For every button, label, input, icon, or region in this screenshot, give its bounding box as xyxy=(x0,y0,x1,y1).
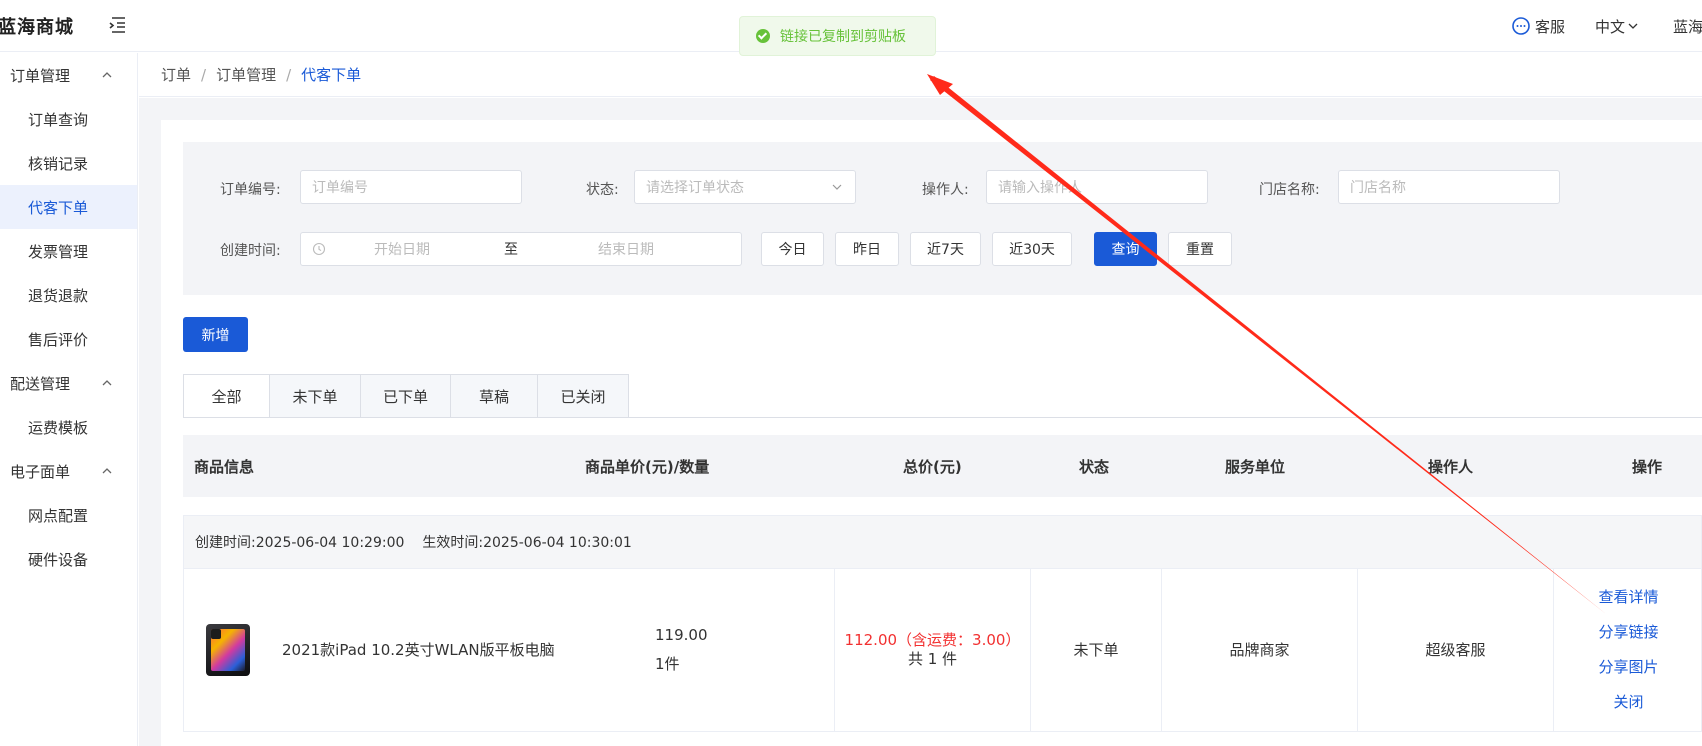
operator-label: 操作人: xyxy=(922,182,969,198)
quantity: 1件 xyxy=(655,654,680,673)
status-label: 状态: xyxy=(586,182,619,198)
sidebar-item-outlet[interactable]: 网点配置 xyxy=(0,493,137,537)
share-image-link[interactable]: 分享图片 xyxy=(1598,650,1658,685)
breadcrumb-item[interactable]: 订单管理 xyxy=(216,64,276,85)
status-tabs: 全部 未下单 已下单 草稿 已关闭 xyxy=(183,374,629,418)
store-input[interactable]: 门店名称 xyxy=(1338,170,1560,204)
close-order-link[interactable]: 关闭 xyxy=(1613,685,1643,720)
start-date-placeholder: 开始日期 xyxy=(374,242,430,258)
tab-closed[interactable]: 已关闭 xyxy=(538,374,629,418)
breadcrumb: 订单 / 订单管理 / 代客下单 xyxy=(139,53,1702,97)
sidebar-group-waybill[interactable]: 电子面单 xyxy=(0,449,137,493)
tab-not-ordered[interactable]: 未下单 xyxy=(270,374,361,418)
th-operator: 操作人 xyxy=(1428,457,1474,476)
sidebar-item-review[interactable]: 售后评价 xyxy=(0,317,137,361)
filter-form: 订单编号: 订单编号 状态: 请选择订单状态 操作人: 请输入操作人 门店名称:… xyxy=(183,142,1702,295)
chat-bubble-icon xyxy=(1512,17,1530,35)
today-button[interactable]: 今日 xyxy=(761,232,824,266)
breadcrumb-item[interactable]: 订单 xyxy=(161,64,191,85)
language-label: 中文 xyxy=(1594,17,1625,36)
customer-service-label: 客服 xyxy=(1534,17,1565,36)
th-product: 商品信息 xyxy=(194,457,255,476)
total-price: 112.00（含运费：3.00） xyxy=(844,630,1021,649)
sidebar-item-proxy-order[interactable]: 代客下单 xyxy=(0,185,137,229)
breadcrumb-current: 代客下单 xyxy=(301,66,362,84)
date-range-picker[interactable]: 开始日期 至 结束日期 xyxy=(300,232,742,266)
th-total: 总价(元) xyxy=(903,457,962,476)
product-name: 2021款iPad 10.2英寸WLAN版平板电脑 xyxy=(282,641,555,659)
sidebar-group-label: 电子面单 xyxy=(10,462,71,481)
tab-all[interactable]: 全部 xyxy=(183,374,270,418)
status-cell: 未下单 xyxy=(1073,641,1119,659)
order-no-input[interactable]: 订单编号 xyxy=(300,170,522,204)
chevron-down-icon xyxy=(1628,23,1638,29)
sidebar-item-hardware[interactable]: 硬件设备 xyxy=(0,537,137,581)
table-header: 商品信息 商品单价(元)/数量 总价(元) 状态 服务单位 操作人 操作 xyxy=(183,435,1702,497)
created-time: 创建时间:2025-06-04 10:29:00 xyxy=(195,535,405,551)
operator-cell: 超级客服 xyxy=(1425,641,1486,659)
toast-message: 链接已复制到剪贴板 xyxy=(780,29,906,45)
end-date-placeholder: 结束日期 xyxy=(598,242,654,258)
view-detail-link[interactable]: 查看详情 xyxy=(1598,580,1658,615)
th-status: 状态 xyxy=(1079,457,1110,476)
yesterday-button[interactable]: 昨日 xyxy=(835,232,899,266)
chevron-up-icon xyxy=(102,380,112,386)
product-thumbnail xyxy=(206,623,250,676)
sidebar-group-delivery[interactable]: 配送管理 xyxy=(0,361,137,405)
status-placeholder: 请选择订单状态 xyxy=(646,180,744,196)
breadcrumb-separator: / xyxy=(201,65,207,84)
table-row: 2021款iPad 10.2英寸WLAN版平板电脑 119.00 1件 112.… xyxy=(183,568,1702,732)
success-toast: 链接已复制到剪贴板 xyxy=(739,16,936,56)
sidebar-item-freight[interactable]: 运费模板 xyxy=(0,405,137,449)
tab-draft[interactable]: 草稿 xyxy=(451,374,538,418)
actions-cell: 查看详情 分享链接 分享图片 关闭 xyxy=(1554,568,1702,731)
chevron-up-icon xyxy=(102,468,112,474)
user-menu[interactable]: 蓝海官 xyxy=(1673,16,1702,37)
service-unit-cell: 品牌商家 xyxy=(1229,641,1290,659)
menu-collapse-icon[interactable] xyxy=(106,14,128,36)
total-cell: 112.00（含运费：3.00） 共 1 件 xyxy=(835,568,1030,731)
total-count: 共 1 件 xyxy=(907,649,958,668)
status-select[interactable]: 请选择订单状态 xyxy=(634,170,856,204)
user-name: 蓝海官 xyxy=(1672,17,1702,36)
price-qty-cell: 119.00 1件 xyxy=(655,568,815,731)
sidebar-item-refund[interactable]: 退货退款 xyxy=(0,273,137,317)
check-circle-icon xyxy=(756,29,770,43)
sidebar-group-label: 订单管理 xyxy=(10,66,71,85)
th-actions: 操作 xyxy=(1632,457,1663,476)
add-button[interactable]: 新增 xyxy=(183,317,248,352)
date-range-separator: 至 xyxy=(504,242,518,258)
sidebar-item-verification[interactable]: 核销记录 xyxy=(0,141,137,185)
breadcrumb-separator: / xyxy=(286,65,292,84)
unit-price: 119.00 xyxy=(655,625,708,644)
created-time-label: 创建时间: xyxy=(220,243,281,259)
search-button[interactable]: 查询 xyxy=(1094,232,1157,266)
tab-ordered[interactable]: 已下单 xyxy=(361,374,451,418)
last-30-days-button[interactable]: 近30天 xyxy=(992,232,1072,266)
share-link-link[interactable]: 分享链接 xyxy=(1598,615,1658,650)
sidebar-group-label: 配送管理 xyxy=(10,374,71,393)
clock-icon xyxy=(312,242,326,256)
sidebar-item-invoice[interactable]: 发票管理 xyxy=(0,229,137,273)
reset-button[interactable]: 重置 xyxy=(1168,232,1232,266)
chevron-down-icon xyxy=(832,184,842,190)
chevron-up-icon xyxy=(102,72,112,78)
operator-input[interactable]: 请输入操作人 xyxy=(986,170,1208,204)
last-7-days-button[interactable]: 近7天 xyxy=(910,232,981,266)
language-select[interactable]: 中文 xyxy=(1595,16,1643,37)
store-label: 门店名称: xyxy=(1259,182,1320,198)
app-logo: 蓝海商城 xyxy=(0,17,74,38)
th-service-unit: 服务单位 xyxy=(1225,457,1286,476)
tabs-divider xyxy=(183,417,1702,418)
effective-time: 生效时间:2025-06-04 10:30:01 xyxy=(422,535,632,551)
sidebar: 订单管理 订单查询 核销记录 代客下单 发票管理 退货退款 售后评价 配送管理 … xyxy=(0,53,138,746)
order-no-label: 订单编号: xyxy=(220,182,281,198)
sidebar-item-order-query[interactable]: 订单查询 xyxy=(0,97,137,141)
customer-service-link[interactable]: 客服 xyxy=(1511,16,1565,37)
sidebar-group-order[interactable]: 订单管理 xyxy=(0,53,137,97)
order-meta-row: 创建时间:2025-06-04 10:29:00 生效时间:2025-06-04… xyxy=(183,515,1702,569)
th-price-qty: 商品单价(元)/数量 xyxy=(585,457,710,476)
